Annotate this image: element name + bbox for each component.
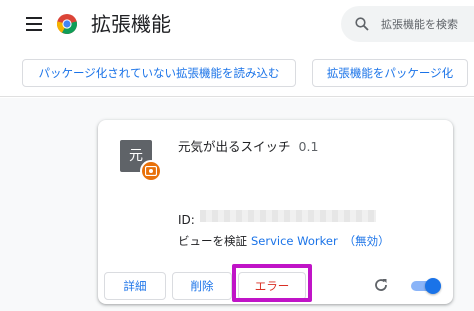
enable-toggle[interactable] (411, 278, 441, 294)
service-worker-link[interactable]: Service Worker (251, 234, 338, 248)
top-bar: 拡張機能 (0, 0, 474, 50)
extension-title: 元気が出るスイッチ (178, 139, 291, 154)
error-badge-icon (140, 160, 162, 182)
load-unpacked-button[interactable]: パッケージ化されていない拡張機能を読み込む (22, 59, 296, 87)
extension-version: 0.1 (298, 139, 319, 154)
inspect-views: ビューを検証 Service Worker （無効） (178, 233, 390, 249)
toggle-knob (425, 278, 441, 294)
highlight-box (232, 264, 312, 302)
extension-card: 元 元気が出るスイッチ 0.1 ID: ビューを検証 Service Worker （… (98, 120, 453, 304)
remove-button[interactable]: 削除 (172, 272, 232, 300)
extension-id-label: ID: (178, 213, 195, 227)
hamburger-icon[interactable] (26, 17, 42, 31)
page-title: 拡張機能 (91, 12, 171, 36)
search-icon (355, 17, 369, 31)
inactive-status: （無効） (343, 234, 390, 248)
extension-id-value (200, 210, 376, 222)
extension-name: 元気が出るスイッチ 0.1 (178, 136, 318, 155)
details-button[interactable]: 詳細 (104, 272, 166, 300)
developer-toolbar: パッケージ化されていない拡張機能を読み込む 拡張機能をパッケージ化 (0, 50, 474, 97)
inspect-views-label: ビューを検証 (178, 234, 247, 248)
reload-icon[interactable] (373, 277, 389, 293)
chrome-logo-icon (56, 14, 78, 35)
pack-extension-button[interactable]: 拡張機能をパッケージ化 (312, 59, 468, 87)
search-box[interactable] (341, 6, 474, 42)
search-input[interactable] (381, 14, 474, 34)
